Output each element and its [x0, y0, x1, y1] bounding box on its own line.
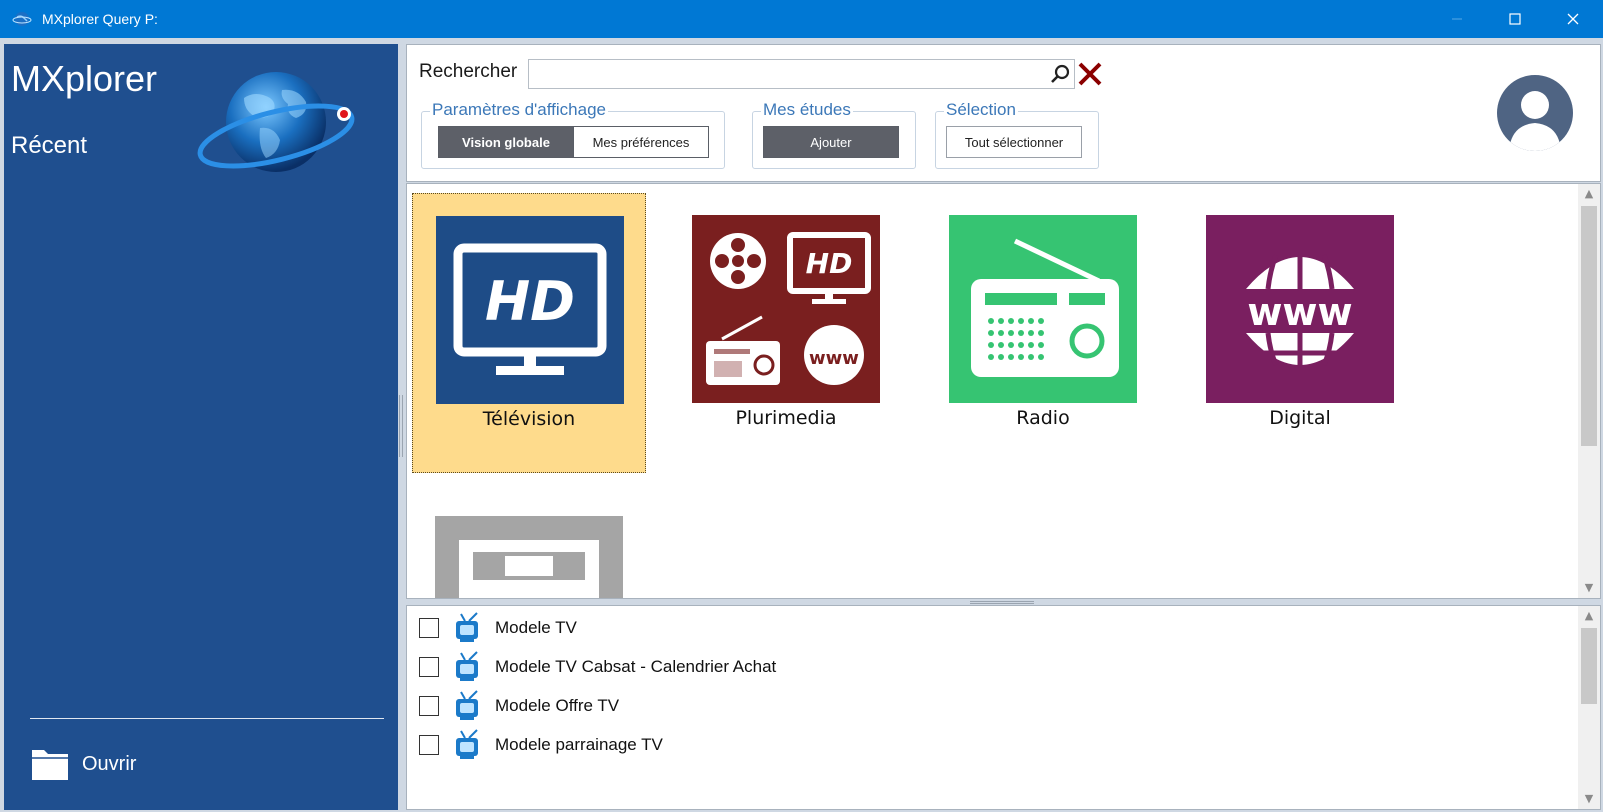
model-checkbox[interactable] — [419, 735, 439, 755]
sidebar: MXplorer Récent Ouvrir — [4, 44, 398, 810]
search-panel: Rechercher Paramètres d'affichage Vision… — [406, 44, 1601, 182]
tile-press[interactable] — [412, 494, 646, 598]
maximize-button[interactable] — [1486, 0, 1544, 38]
tv-model-icon — [456, 651, 478, 681]
tile-label: Digital — [1269, 407, 1331, 429]
model-label: Modele TV Cabsat - Calendrier Achat — [495, 657, 777, 676]
tile-digital[interactable]: www Digital — [1183, 193, 1417, 473]
tv-model-icon — [456, 729, 478, 759]
search-icon[interactable] — [1049, 63, 1071, 85]
globe-logo-icon — [197, 72, 355, 172]
model-label: Modele TV — [495, 618, 577, 637]
list-item[interactable]: Modele TV — [419, 610, 577, 646]
scrollbar-thumb[interactable] — [1581, 206, 1597, 446]
open-label: Ouvrir — [82, 752, 137, 775]
plurimedia-icon: HD www — [692, 215, 880, 403]
tv-model-icon — [456, 612, 478, 642]
user-silhouette-icon — [1509, 91, 1561, 151]
tile-label: Plurimedia — [735, 407, 837, 429]
horizontal-splitter[interactable] — [970, 601, 1034, 604]
tile-television[interactable]: HD Télévision — [412, 193, 646, 473]
folder-icon — [32, 750, 68, 780]
user-avatar[interactable] — [1497, 75, 1573, 151]
select-all-button[interactable]: Tout sélectionner — [946, 126, 1082, 158]
scroll-down-icon[interactable]: ▼ — [1578, 789, 1600, 809]
list-scrollbar[interactable]: ▲ ▼ — [1578, 606, 1600, 809]
tile-label: Radio — [1016, 407, 1070, 429]
scroll-down-icon[interactable]: ▼ — [1578, 578, 1600, 598]
press-icon — [435, 516, 623, 598]
svg-text:HD: HD — [485, 270, 575, 333]
tiles-scrollbar[interactable]: ▲ ▼ — [1578, 184, 1600, 598]
display-settings-legend: Paramètres d'affichage — [430, 100, 608, 120]
minimize-icon — [1452, 18, 1462, 20]
model-checkbox[interactable] — [419, 696, 439, 716]
scroll-up-icon[interactable]: ▲ — [1578, 606, 1600, 626]
list-item[interactable]: Modele Offre TV — [419, 688, 619, 724]
model-label: Modele Offre TV — [495, 696, 620, 715]
open-button[interactable]: Ouvrir — [30, 742, 180, 786]
list-item[interactable]: Modele TV Cabsat - Calendrier Achat — [419, 649, 776, 685]
maximize-icon — [1509, 13, 1521, 25]
my-studies-group: Mes études Ajouter — [752, 100, 916, 169]
tile-radio[interactable]: Radio — [926, 193, 1160, 473]
sidebar-divider — [30, 718, 384, 719]
tile-label: Télévision — [482, 408, 576, 430]
tv-hd-icon: HD — [436, 216, 624, 404]
brand-title: MXplorer — [11, 58, 158, 99]
www-globe-icon: www — [1206, 215, 1394, 403]
my-preferences-button[interactable]: Mes préférences — [573, 126, 709, 158]
list-item[interactable]: Modele parrainage TV — [419, 727, 663, 763]
model-checkbox[interactable] — [419, 618, 439, 638]
my-studies-legend: Mes études — [761, 100, 853, 120]
global-view-button[interactable]: Vision globale — [438, 126, 574, 158]
radio-icon — [949, 215, 1137, 403]
selection-legend: Sélection — [944, 100, 1018, 120]
search-input[interactable] — [528, 59, 1075, 89]
model-label: Modele parrainage TV — [495, 735, 663, 754]
svg-text:www: www — [1247, 290, 1352, 334]
clear-search-icon[interactable] — [1077, 61, 1103, 87]
minimize-button[interactable] — [1428, 0, 1486, 38]
title-bar: MXplorer Query P: — [0, 0, 1603, 38]
svg-text:www: www — [809, 348, 859, 369]
scrollbar-thumb[interactable] — [1581, 628, 1597, 704]
add-study-button[interactable]: Ajouter — [763, 126, 899, 158]
tv-model-icon — [456, 690, 478, 720]
models-list-panel: Modele TV Modele TV Cabsat - Calendrier … — [406, 605, 1601, 810]
media-tiles-panel: HD Télévision HD www Plurimedia Radio ww… — [406, 183, 1601, 599]
close-icon — [1567, 13, 1579, 25]
search-label: Rechercher — [419, 61, 518, 82]
selection-group: Sélection Tout sélectionner — [935, 100, 1099, 169]
model-checkbox[interactable] — [419, 657, 439, 677]
scroll-up-icon[interactable]: ▲ — [1578, 184, 1600, 204]
close-button[interactable] — [1544, 0, 1602, 38]
app-globe-icon — [12, 12, 32, 26]
recent-heading: Récent — [11, 132, 88, 159]
vertical-splitter[interactable] — [399, 395, 403, 457]
display-settings-group: Paramètres d'affichage Vision globale Me… — [421, 100, 725, 169]
window-title: MXplorer Query P: — [42, 11, 158, 27]
svg-text:HD: HD — [806, 247, 853, 280]
tile-plurimedia[interactable]: HD www Plurimedia — [669, 193, 903, 473]
